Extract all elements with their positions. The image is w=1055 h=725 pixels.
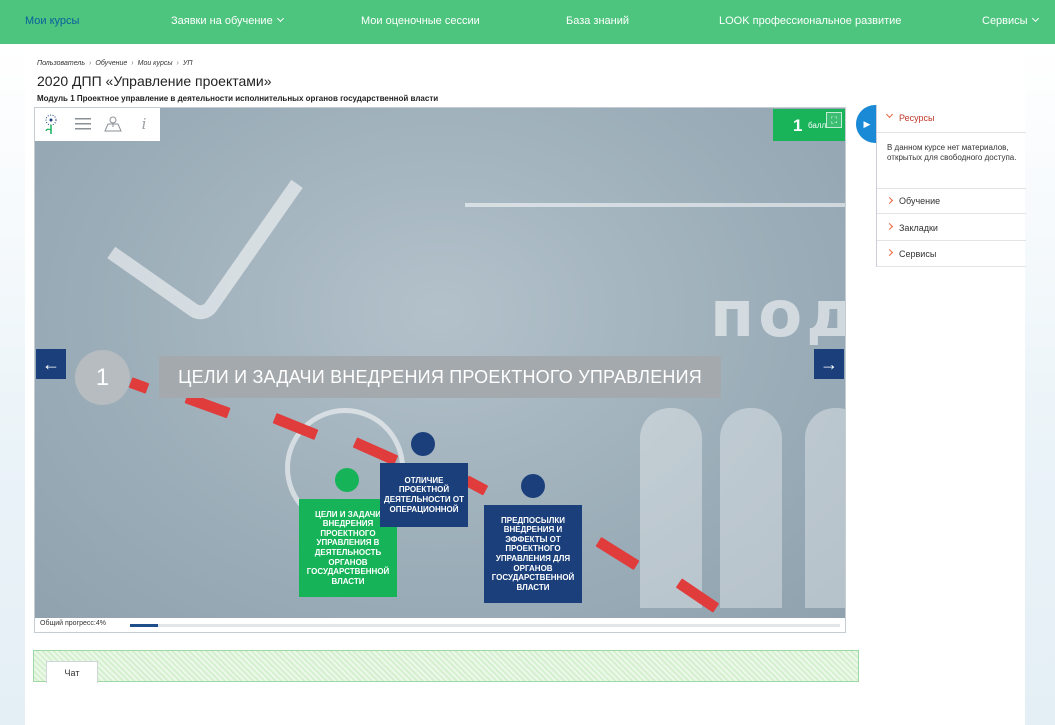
breadcrumb-item[interactable]: Пользователь	[37, 60, 85, 67]
breadcrumb-separator: ›	[89, 60, 92, 67]
chevron-right-icon	[885, 248, 894, 257]
chevron-down-icon	[276, 14, 284, 23]
slide-number-badge: 1	[75, 350, 130, 405]
nav-item-services[interactable]: Сервисы	[982, 14, 1039, 27]
progress-fill	[130, 624, 159, 627]
breadcrumb-separator: ›	[176, 60, 179, 67]
score-badge: 1 балл ⛶	[773, 109, 845, 141]
prev-slide-button[interactable]: ←	[36, 349, 66, 379]
path-dash	[128, 377, 150, 394]
menu-icon[interactable]	[73, 114, 93, 134]
node-marker-blue[interactable]	[521, 474, 545, 498]
panel-item-resources[interactable]: Ресурсы	[877, 105, 1026, 131]
chevron-right-icon	[885, 222, 894, 231]
page-title: 2020 ДПП «Управление проектами»	[37, 73, 272, 89]
fullscreen-icon[interactable]: ⛶	[826, 112, 842, 128]
module-title: Модуль 1 Проектное управление в деятельн…	[37, 94, 439, 103]
progress-area: Общий прогресс:4%	[35, 618, 845, 632]
player-toolbar: i	[35, 108, 160, 141]
logo-icon	[41, 114, 61, 134]
chevron-right-icon	[885, 196, 894, 205]
breadcrumb-item[interactable]: Обучение	[95, 60, 127, 67]
nav-item-assessment-sessions[interactable]: Мои оценочные сессии	[361, 15, 480, 27]
chalk-checkmark-decoration	[107, 118, 303, 328]
chat-tab[interactable]: Чат	[46, 661, 98, 683]
panel-item-services[interactable]: Сервисы	[877, 241, 1026, 267]
course-player: подо 1 ЦЕЛИ И ЗАДАЧИ ВНЕДРЕНИЯ ПРОЕКТНОГ…	[34, 107, 846, 633]
chevron-down-icon	[1031, 14, 1039, 23]
slide-title: ЦЕЛИ И ЗАДАЧИ ВНЕДРЕНИЯ ПРОЕКТНОГО УПРАВ…	[159, 356, 721, 398]
node-prerequisites-and-effects[interactable]: ПРЕДПОСЫЛКИ ВНЕДРЕНИЯ И ЭФФЕКТЫ ОТ ПРОЕК…	[484, 505, 582, 603]
chevron-down-icon	[885, 110, 894, 119]
breadcrumb-item: УП	[182, 60, 193, 67]
chalk-person-decoration	[640, 408, 702, 608]
breadcrumb-item[interactable]: Мои курсы	[138, 60, 173, 67]
chalk-person-decoration	[805, 408, 845, 608]
next-slide-button[interactable]: →	[814, 349, 844, 379]
progress-label: Общий прогресс:4%	[40, 620, 106, 627]
nav-item-my-courses[interactable]: Мои курсы	[25, 15, 79, 27]
panel-item-bookmarks[interactable]: Закладки	[877, 215, 1026, 241]
slide-canvas: подо 1 ЦЕЛИ И ЗАДАЧИ ВНЕДРЕНИЯ ПРОЕКТНОГ…	[35, 108, 845, 618]
score-label: балл	[808, 121, 827, 130]
map-icon[interactable]	[103, 114, 123, 134]
info-icon[interactable]: i	[134, 114, 154, 134]
panel-divider	[877, 132, 1026, 133]
nav-item-applications[interactable]: Заявки на обучение	[171, 14, 284, 27]
breadcrumb: Пользователь › Обучение › Мои курсы › УП	[37, 60, 192, 67]
nav-item-look[interactable]: LOOK профессиональное развитие	[719, 15, 901, 27]
chat-bar: Чат	[33, 650, 859, 683]
path-dash	[595, 536, 640, 571]
score-value: 1	[793, 116, 803, 135]
nav-item-knowledge-base[interactable]: База знаний	[566, 15, 629, 27]
resources-panel: Ресурсы В данном курсе нет материалов, о…	[876, 105, 1026, 267]
node-marker-blue[interactable]	[411, 432, 435, 456]
chalk-person-decoration	[720, 408, 782, 608]
node-marker-green[interactable]	[335, 468, 359, 492]
chalk-line-decoration	[465, 203, 845, 207]
breadcrumb-separator: ›	[131, 60, 134, 67]
chalk-text-decoration: подо	[710, 278, 845, 352]
resources-description: В данном курсе нет материалов, открытых …	[887, 143, 1017, 163]
panel-item-learning[interactable]: Обучение	[877, 188, 1026, 214]
top-navigation: Мои курсы Заявки на обучение Мои оценочн…	[0, 0, 1055, 44]
node-project-vs-operational[interactable]: ОТЛИЧИЕ ПРОЕКТНОЙ ДЕЯТЕЛЬНОСТИ ОТ ОПЕРАЦ…	[380, 463, 468, 527]
progress-bar	[130, 624, 840, 627]
